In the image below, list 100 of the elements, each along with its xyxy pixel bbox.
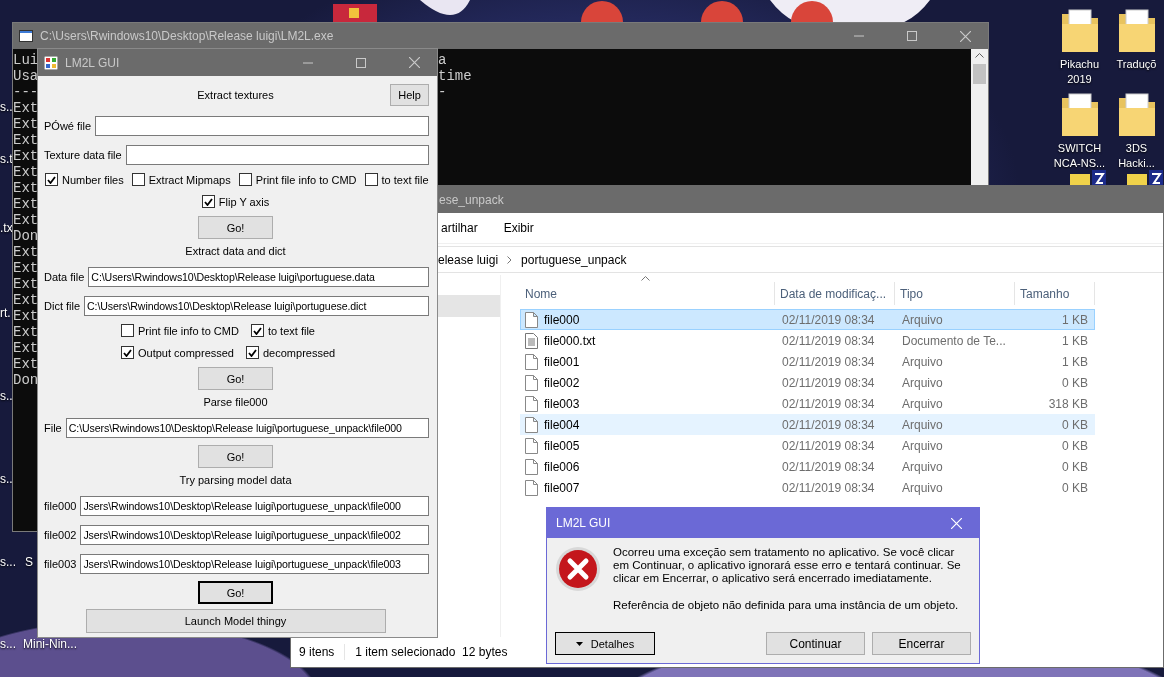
file-size: 0 KB: [1061, 375, 1089, 390]
file-date: 02/11/2019 08:34: [781, 312, 876, 327]
checkbox[interactable]: [201, 195, 215, 208]
input-field[interactable]: Jsers\Rwindows10\Desktop\Release luigi\portuguese_unpack\file000: [80, 496, 429, 516]
dialog-title: LM2L GUI: [556, 516, 612, 530]
input-field[interactable]: [125, 145, 429, 165]
folder-icon: [1059, 92, 1100, 138]
file-row[interactable]: file004 02/11/2019 08:34 Arquivo 0 KB: [520, 414, 1095, 435]
go-button[interactable]: Go!: [198, 367, 273, 390]
error-icon: [555, 546, 601, 592]
input-field[interactable]: C:\Users\Rwindows10\Desktop\Release luigi\portuguese_unpack\file000: [65, 418, 429, 438]
breadcrumb-item[interactable]: portuguese_unpack: [521, 252, 627, 267]
checkbox-label: Extract Mipmaps: [148, 173, 231, 186]
file-icon: [525, 374, 538, 391]
console-text: -: [438, 84, 448, 100]
go-button[interactable]: Go!: [198, 445, 273, 468]
column-header[interactable]: Nome: [520, 282, 775, 305]
archive-icon: [1127, 170, 1163, 186]
input-field[interactable]: C:\Users\Rwindows10\Desktop\Release luigi\portuguese.data: [88, 267, 429, 287]
field-label: file000: [43, 500, 78, 512]
file-icon: [525, 311, 538, 328]
file-name: file002: [544, 375, 580, 390]
breadcrumb-item[interactable]: elease luigi: [438, 252, 499, 267]
column-header[interactable]: Tipo: [895, 282, 1015, 305]
close-icon[interactable]: [959, 30, 971, 42]
section-heading: Parse file000: [203, 395, 268, 408]
file-icon: [525, 479, 538, 496]
error-message: Ocorreu uma exceção sem tratamento no aplicativo. Se você clicar em Continuar, o aplicativo ignorará esse erro e tentará continuar. Se clicar em Encerrar, o aplicativo será encerrado imediatamente.: [613, 546, 962, 585]
maximize-icon[interactable]: [356, 57, 366, 68]
file-row[interactable]: file007 02/11/2019 08:34 Arquivo 0 KB: [520, 477, 1095, 498]
file-icon: [525, 437, 538, 454]
file-row[interactable]: file005 02/11/2019 08:34 Arquivo 0 KB: [520, 435, 1095, 456]
field-label: file002: [43, 529, 78, 541]
details-button[interactable]: Detalhes: [555, 632, 655, 655]
input-field[interactable]: Jsers\Rwindows10\Desktop\Release luigi\portuguese_unpack\file003: [80, 554, 429, 574]
go-button[interactable]: Go!: [198, 581, 273, 604]
column-header[interactable]: Tamanho: [1015, 282, 1095, 305]
checkbox[interactable]: [45, 173, 58, 186]
file-row[interactable]: file003 02/11/2019 08:34 Arquivo 318 KB: [520, 393, 1095, 414]
file-date: 02/11/2019 08:34: [781, 438, 876, 453]
file-date: 02/11/2019 08:34: [781, 375, 876, 390]
checkbox[interactable]: [238, 173, 252, 186]
file-row[interactable]: file000.txt 02/11/2019 08:34 Documento de Te... 1 KB: [520, 330, 1095, 351]
icon-label: s..: [0, 389, 13, 403]
ribbon-tab[interactable]: Exibir: [503, 221, 534, 235]
file-type: Arquivo: [901, 354, 944, 369]
file-type: Arquivo: [901, 396, 944, 411]
go-button[interactable]: Go!: [198, 216, 273, 239]
checkbox[interactable]: [121, 324, 134, 337]
folder-icon: [1116, 8, 1157, 54]
checkbox[interactable]: [364, 173, 378, 186]
close-icon[interactable]: [408, 57, 420, 68]
input-field[interactable]: Jsers\Rwindows10\Desktop\Release luigi\portuguese_unpack\file002: [80, 525, 429, 545]
console-text: Ext: [13, 244, 38, 260]
file-date: 02/11/2019 08:34: [781, 480, 876, 495]
column-header[interactable]: Data de modificaç...: [775, 282, 895, 305]
console-text: time: [438, 68, 473, 84]
checkbox[interactable]: [121, 346, 134, 359]
icon-label: s...: [0, 637, 16, 651]
ribbon-tab[interactable]: artilhar: [441, 221, 478, 235]
icon-label: SWITCH NCA-NS...: [1053, 141, 1106, 171]
app-icon: [580, 0, 624, 22]
file-row[interactable]: file001 02/11/2019 08:34 Arquivo 1 KB: [520, 351, 1095, 372]
checkbox[interactable]: [131, 173, 145, 186]
sort-icon: [641, 276, 650, 281]
file-date: 02/11/2019 08:34: [781, 354, 876, 369]
icon-label: 3DS Hacki...: [1117, 141, 1156, 171]
scrollbar-thumb[interactable]: [973, 64, 986, 84]
checkbox[interactable]: [250, 324, 264, 337]
checkbox[interactable]: [246, 346, 259, 359]
input-field[interactable]: C:\Users\Rwindows10\Desktop\Release luigi\portuguese.dict: [84, 296, 429, 316]
dialog-button[interactable]: Encerrar: [872, 632, 971, 655]
maximize-icon[interactable]: [907, 31, 917, 41]
help-button[interactable]: Help: [390, 83, 429, 106]
console-text: Ext: [13, 132, 38, 148]
icon-label: .tx: [0, 221, 13, 235]
file-size: 0 KB: [1061, 417, 1089, 432]
dialog-button[interactable]: Continuar: [766, 632, 865, 655]
file-type: Arquivo: [901, 375, 944, 390]
checkbox-label: to text file: [381, 173, 429, 186]
file-row[interactable]: file002 02/11/2019 08:34 Arquivo 0 KB: [520, 372, 1095, 393]
console-text: Ext: [13, 164, 38, 180]
file-name: file003: [544, 396, 580, 411]
field-label: Texture data file: [43, 149, 123, 161]
file-row[interactable]: file006 02/11/2019 08:34 Arquivo 0 KB: [520, 456, 1095, 477]
launch-button[interactable]: Launch Model thingy: [85, 609, 386, 633]
checkbox-label: Number files: [62, 173, 124, 186]
console-text: a: [438, 52, 448, 68]
field-label: Dict file: [43, 300, 82, 312]
file-row[interactable]: file000 02/11/2019 08:34 Arquivo 1 KB: [520, 309, 1095, 330]
file-name: file000.txt: [544, 333, 596, 348]
icon-label: Pikachu 2019: [1058, 57, 1101, 87]
status-text: 9 itens: [299, 645, 336, 659]
scroll-up-icon[interactable]: [975, 53, 984, 58]
chevron-icon: [507, 255, 513, 264]
file-icon: [525, 458, 538, 475]
console-text: ---: [13, 84, 38, 100]
file-name: file004: [544, 417, 580, 432]
input-field[interactable]: [95, 116, 429, 136]
console-text: Ext: [13, 180, 38, 196]
